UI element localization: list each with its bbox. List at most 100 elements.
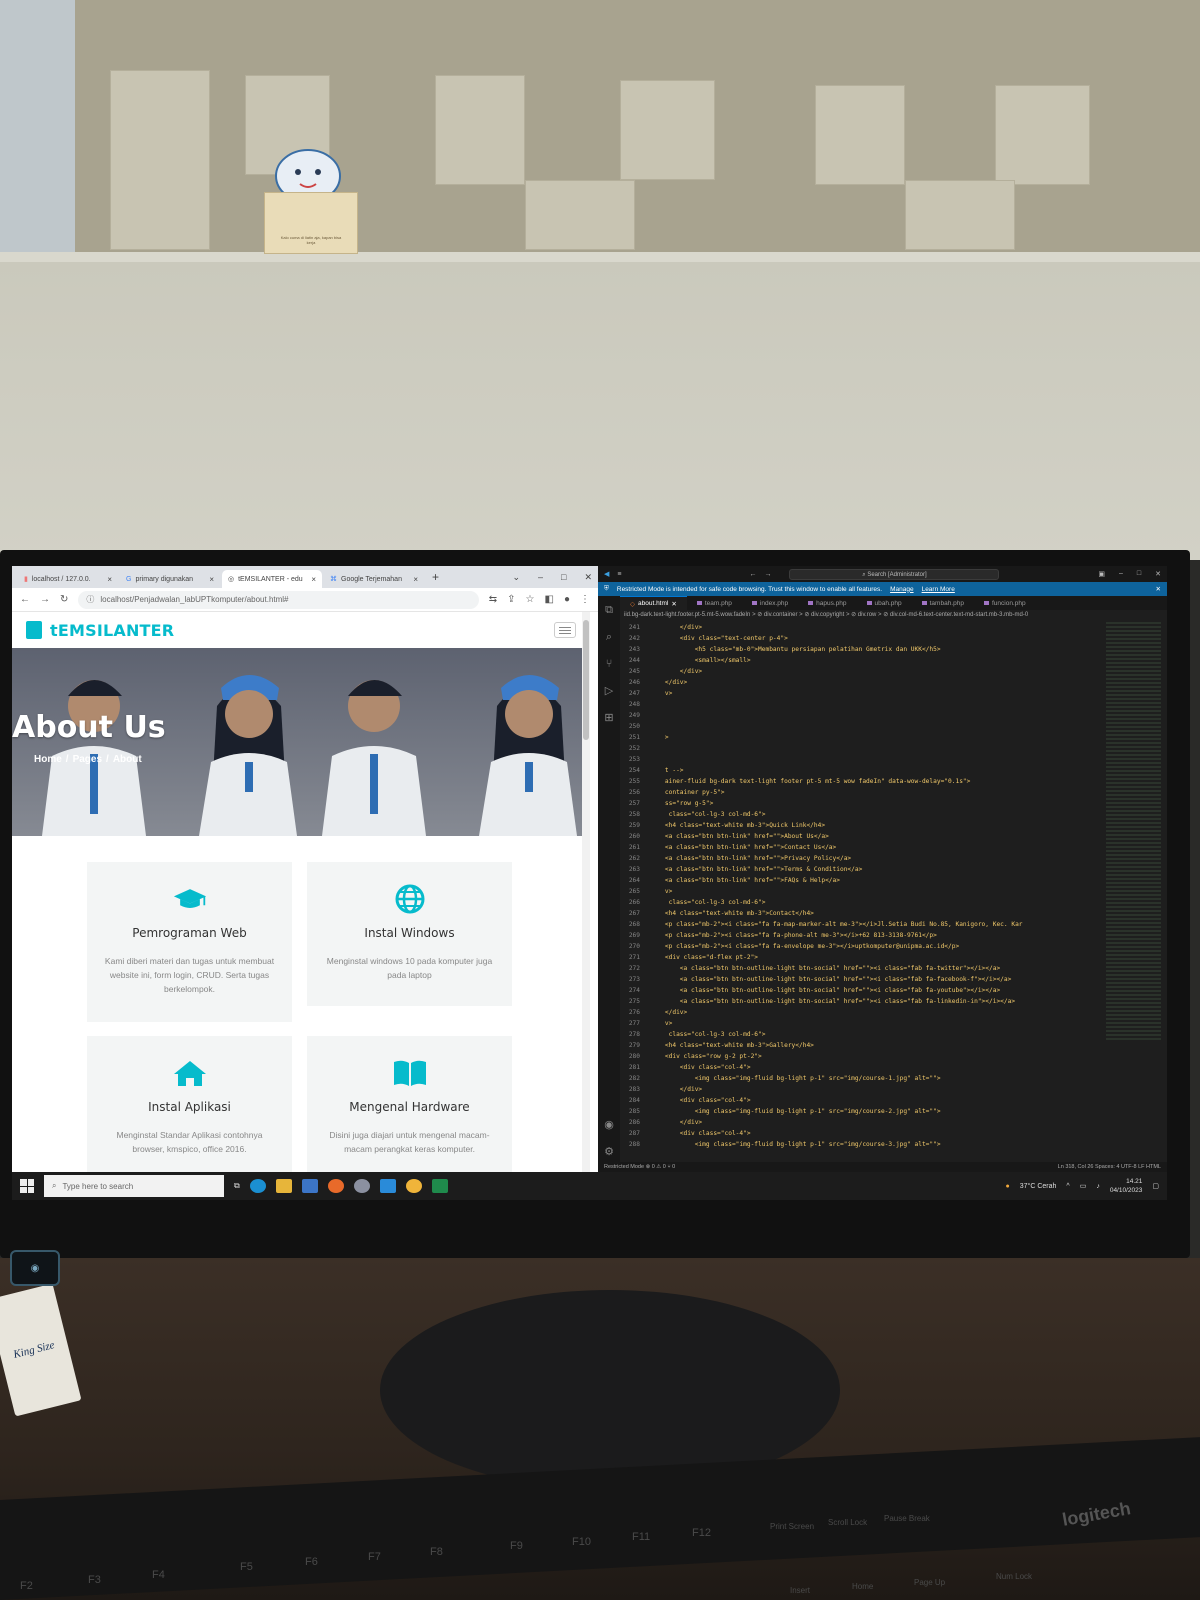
edge-icon[interactable] [249,1179,266,1193]
code-line[interactable]: 244 <small></small> [620,655,1100,666]
code-line[interactable]: 252 [620,743,1100,754]
code-line[interactable]: 260 <a class="btn btn-link" href="">Abou… [620,831,1100,842]
code-line[interactable]: 280 <div class="row g-2 pt-2"> [620,1051,1100,1062]
explorer-icon[interactable]: ⧉ [605,604,613,617]
status-right[interactable]: Ln 318, Col 26 Spaces: 4 UTF-8 LF HTML [1058,1164,1161,1170]
code-line[interactable]: 250 [620,721,1100,732]
code-line[interactable]: 262 <a class="btn btn-link" href="">Priv… [620,853,1100,864]
code-line[interactable]: 276 </div> [620,1007,1100,1018]
code-line[interactable]: 263 <a class="btn btn-link" href="">Term… [620,864,1100,875]
notification-icon[interactable]: ▢ [1152,1182,1159,1190]
close-icon[interactable]: ✕ [1156,585,1161,593]
code-line[interactable]: 288 <img class="img-fluid bg-light p-1" … [620,1139,1100,1150]
code-line[interactable]: 267 <h4 class="text-white mb-3">Contact<… [620,908,1100,919]
search-icon[interactable]: ⌕ [606,631,612,644]
browser-tab[interactable]: ⌘ Google Terjemahan × [324,570,424,588]
menu-kebab-icon[interactable]: ⋮ [580,594,590,605]
maximize-button[interactable]: □ [561,572,566,583]
excel-icon[interactable] [431,1179,448,1193]
chrome-icon[interactable] [405,1179,422,1193]
code-line[interactable]: 245 </div> [620,666,1100,677]
task-view-icon[interactable]: ⧉ [234,1181,240,1191]
browser-app-icon[interactable] [353,1179,370,1193]
service-card[interactable]: Instal Aplikasi Menginstal Standar Aplik… [87,1036,292,1172]
code-line[interactable]: 248 [620,699,1100,710]
breadcrumb-home[interactable]: Home [34,754,62,765]
close-icon[interactable]: ✕ [671,600,676,608]
nav-back-icon[interactable]: ← [749,571,756,578]
maximize-button[interactable]: □ [1137,570,1141,578]
code-line[interactable]: 283 </div> [620,1084,1100,1095]
vscode-taskbar-icon[interactable] [379,1179,396,1193]
close-icon[interactable]: × [107,575,112,584]
editor-tab[interactable]: team.php [687,596,742,610]
extensions-icon[interactable]: ⊞ [604,711,613,724]
taskbar-search[interactable]: ⌕ Type here to search [44,1175,224,1197]
editor-tab-active[interactable]: ◇ about.html ✕ [620,596,687,610]
share-icon[interactable]: ⇪ [507,594,515,605]
code-line[interactable]: 287 <div class="col-4"> [620,1128,1100,1139]
editor-tab[interactable]: hapus.php [798,596,856,610]
close-icon[interactable]: × [413,575,418,584]
code-line[interactable]: 274 <a class="btn btn-outline-light btn-… [620,985,1100,996]
url-field[interactable]: ⓘ localhost/Penjadwalan_labUPTkomputer/a… [78,590,479,609]
forward-icon[interactable]: → [40,594,50,605]
code-line[interactable]: 268 <p class="mb-2"><i class="fa fa-map-… [620,919,1100,930]
code-line[interactable]: 264 <a class="btn btn-link" href="">FAQs… [620,875,1100,886]
editor-tab[interactable]: ubah.php [857,596,912,610]
close-icon[interactable]: × [311,575,316,584]
code-line[interactable]: 259 <h4 class="text-white mb-3">Quick Li… [620,820,1100,831]
chevron-down-icon[interactable]: ⌄ [512,572,520,583]
code-line[interactable]: 285 <img class="img-fluid bg-light p-1" … [620,1106,1100,1117]
nav-forward-icon[interactable]: → [764,571,771,578]
browser-tab-active[interactable]: ◎ tEMSILANTER - edu × [222,570,322,588]
clock[interactable]: 14.21 04/10/2023 [1110,1177,1143,1195]
file-explorer-icon[interactable] [275,1179,292,1193]
code-line[interactable]: 273 <a class="btn btn-outline-light btn-… [620,974,1100,985]
browser-tab[interactable]: Gprimary digunakan × [120,570,220,588]
browser-tab[interactable]: ▮ localhost / 127.0.0. × [18,570,118,588]
command-search[interactable]: ⌕ Search [Administrator] [789,568,1000,580]
code-line[interactable]: 241 </div> [620,622,1100,633]
close-button[interactable]: ✕ [1155,570,1161,578]
code-line[interactable]: 256 container py-5"> [620,787,1100,798]
code-line[interactable]: 251 > [620,732,1100,743]
code-line[interactable]: 275 <a class="btn btn-outline-light btn-… [620,996,1100,1007]
info-icon[interactable]: ⓘ [86,594,94,605]
minimize-button[interactable]: – [1119,570,1123,578]
code-line[interactable]: 242 <div class="text-center p-4"> [620,633,1100,644]
code-line[interactable]: 269 <p class="mb-2"><i class="fa fa-phon… [620,930,1100,941]
code-line[interactable]: 257 ss="row g-5"> [620,798,1100,809]
code-line[interactable]: 272 <a class="btn btn-outline-light btn-… [620,963,1100,974]
code-line[interactable]: 254 t --> [620,765,1100,776]
profile-icon[interactable]: ● [564,594,570,605]
service-card[interactable]: Instal Windows Menginstal windows 10 pad… [307,862,512,1006]
close-icon[interactable]: × [209,575,214,584]
learn-more-link[interactable]: Learn More [922,586,955,593]
code-line[interactable]: 246 </div> [620,677,1100,688]
service-card[interactable]: Pemrograman Web Kami diberi materi dan t… [87,862,292,1022]
store-icon[interactable] [301,1179,318,1193]
weather-icon[interactable]: ● [1006,1183,1010,1190]
firefox-icon[interactable] [327,1179,344,1193]
reload-icon[interactable]: ↻ [60,594,68,605]
editor-tab[interactable]: funcion.php [974,596,1036,610]
account-icon[interactable]: ◉ [604,1118,614,1131]
windows-start-icon[interactable] [20,1179,34,1193]
site-brand[interactable]: tEMSILANTER [50,621,174,640]
code-line[interactable]: 278 class="col-lg-3 col-md-6"> [620,1029,1100,1040]
code-line[interactable]: 286 </div> [620,1117,1100,1128]
page-scrollbar[interactable] [582,612,590,1172]
status-left[interactable]: Restricted Mode ⊗ 0 ⚠ 0 ⑂ 0 [604,1164,675,1170]
code-line[interactable]: 279 <h4 class="text-white mb-3">Gallery<… [620,1040,1100,1051]
translate-icon[interactable]: ⇆ [489,594,497,605]
run-debug-icon[interactable]: ▷ [605,684,613,697]
weather-text[interactable]: 37°C Cerah [1020,1183,1057,1190]
code-line[interactable]: 282 <img class="img-fluid bg-light p-1" … [620,1073,1100,1084]
code-line[interactable]: 249 [620,710,1100,721]
code-line[interactable]: 243 <h5 class="mb-0">Membantu persiapan … [620,644,1100,655]
code-line[interactable]: 281 <div class="col-4"> [620,1062,1100,1073]
code-line[interactable]: 270 <p class="mb-2"><i class="fa fa-enve… [620,941,1100,952]
menu-icon[interactable]: ≡ [617,571,621,578]
editor-breadcrumb[interactable]: iid.bg-dark.text-light.footer.pt-5.mt-5.… [620,610,1167,621]
